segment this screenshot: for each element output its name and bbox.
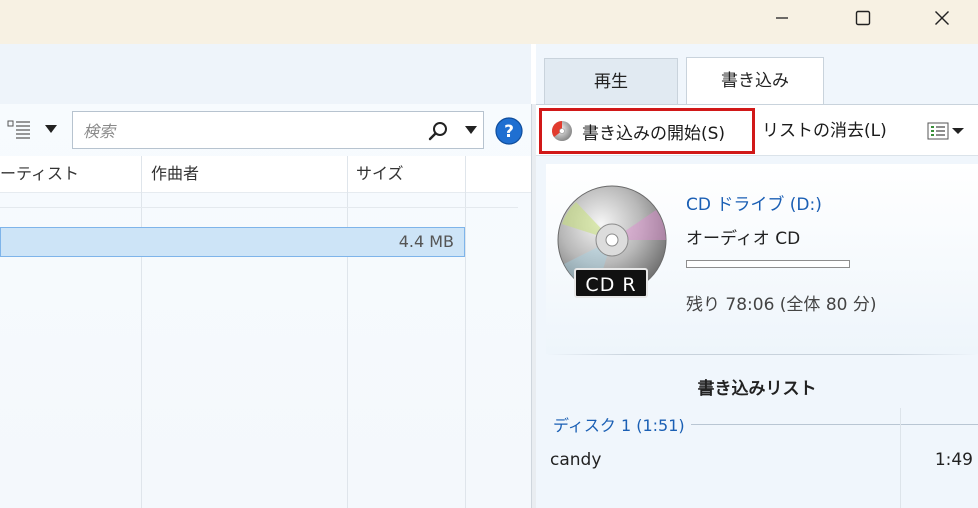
disc-group-label[interactable]: ディスク 1 (1:51)	[553, 412, 691, 436]
search-icon[interactable]	[427, 120, 449, 142]
track-size: 4.4 MB	[398, 232, 454, 251]
remaining-time: 残り 78:06 (全体 80 分)	[686, 295, 877, 315]
tab-burn[interactable]: 書き込み	[686, 57, 824, 105]
burn-track-duration: 1:49	[934, 450, 973, 470]
capacity-bar	[686, 260, 850, 268]
list-options-button[interactable]	[926, 118, 974, 144]
search-box[interactable]	[72, 111, 484, 149]
svg-text:?: ?	[504, 122, 514, 142]
minimize-icon	[776, 17, 788, 19]
cd-r-badge: CD R	[574, 268, 648, 298]
search-dropdown-icon[interactable]	[465, 124, 477, 136]
selected-track-row[interactable]: 4.4 MB	[0, 227, 465, 257]
start-burn-label: 書き込みの開始(S)	[582, 123, 726, 144]
column-separator	[347, 156, 348, 508]
column-separator	[465, 156, 466, 508]
maximize-icon	[855, 10, 871, 26]
search-input[interactable]	[81, 118, 415, 144]
column-header-size[interactable]: サイズ	[356, 156, 404, 192]
row-divider	[0, 207, 518, 208]
tab-play[interactable]: 再生	[544, 58, 678, 104]
column-separator	[141, 156, 142, 508]
view-options-dropdown[interactable]	[44, 122, 58, 136]
list-column-separator	[900, 408, 901, 508]
minimize-button[interactable]	[752, 0, 812, 36]
card-divider	[546, 354, 978, 355]
maximize-button[interactable]	[833, 0, 893, 36]
drive-name-link[interactable]: CD ドライブ (D:)	[686, 190, 822, 215]
burn-track-name[interactable]: candy	[550, 450, 601, 470]
view-options-button[interactable]	[4, 116, 34, 142]
title-bar	[0, 0, 978, 44]
burn-list-title: 書き込みリスト	[697, 379, 817, 399]
disc-type: オーディオ CD	[686, 229, 801, 249]
library-header-strip	[0, 44, 531, 104]
start-burn-button[interactable]: 書き込みの開始(S)	[539, 108, 755, 154]
view-options-icon	[7, 120, 30, 139]
column-header-artist[interactable]: ーティスト	[0, 156, 79, 192]
help-icon[interactable]: ?	[495, 117, 523, 145]
clear-list-button[interactable]: リストの消去(L)	[762, 116, 887, 146]
list-options-icon	[927, 122, 964, 140]
close-button[interactable]	[912, 0, 972, 36]
column-header-composer[interactable]: 作曲者	[151, 156, 199, 192]
column-header-row: ーティスト 作曲者 サイズ	[0, 156, 531, 193]
close-icon	[935, 11, 949, 25]
burn-disc-icon	[552, 121, 572, 141]
caret-down-icon	[45, 125, 57, 133]
